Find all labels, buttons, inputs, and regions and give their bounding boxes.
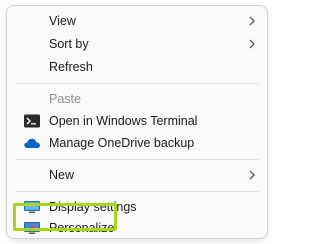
menu-item-sort-by[interactable]: Sort by [7, 33, 267, 55]
personalize-icon [24, 222, 40, 234]
menu-item-refresh[interactable]: Refresh [7, 56, 267, 78]
menu-separator [15, 191, 259, 192]
menu-item-label: Manage OneDrive backup [49, 136, 195, 150]
menu-item-label: Refresh [49, 60, 93, 74]
menu-item-label: New [49, 168, 75, 182]
desktop-context-menu: View Sort by Refresh Paste Open in Windo… [6, 5, 268, 239]
chevron-right-icon [249, 39, 255, 49]
menu-item-label: View [49, 14, 76, 28]
menu-item-label: Paste [49, 92, 81, 106]
display-icon [24, 201, 40, 213]
menu-item-open-in-windows-terminal[interactable]: Open in Windows Terminal [7, 110, 267, 132]
menu-item-display-settings[interactable]: Display settings [7, 196, 267, 218]
menu-item-view[interactable]: View [7, 10, 267, 32]
menu-item-personalize[interactable]: Personalize [7, 217, 267, 239]
terminal-icon [24, 114, 40, 128]
menu-item-label: Display settings [49, 200, 137, 214]
chevron-right-icon [249, 16, 255, 26]
menu-separator [15, 83, 259, 84]
menu-item-manage-onedrive-backup[interactable]: Manage OneDrive backup [7, 132, 267, 154]
menu-item-paste: Paste [7, 88, 267, 110]
menu-item-label: Open in Windows Terminal [49, 114, 198, 128]
menu-item-new[interactable]: New [7, 164, 267, 186]
menu-item-label: Sort by [49, 37, 89, 51]
menu-item-label: Personalize [49, 221, 115, 235]
onedrive-cloud-icon [24, 138, 40, 148]
menu-separator [15, 159, 259, 160]
chevron-right-icon [249, 170, 255, 180]
